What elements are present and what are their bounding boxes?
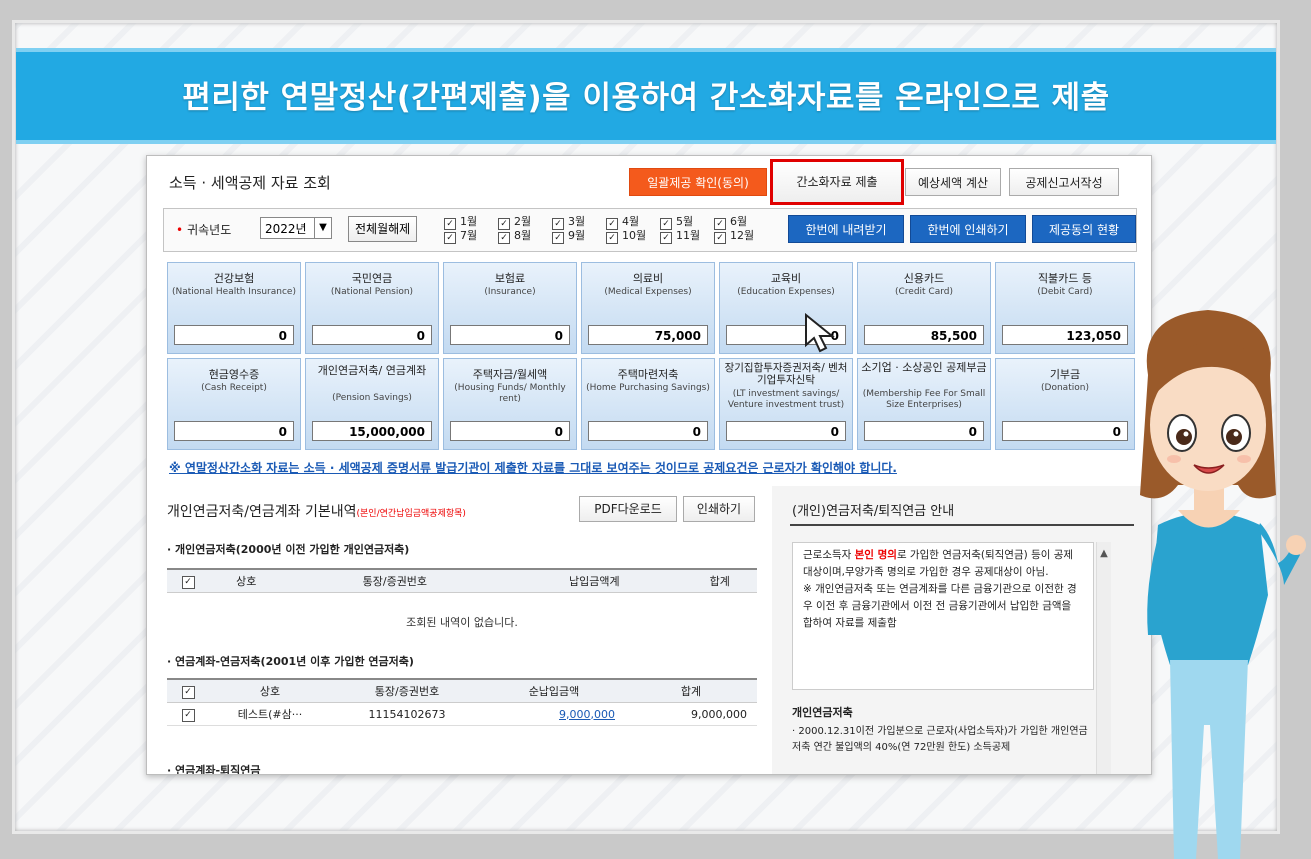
download-all-button[interactable]: 한번에 내려받기: [788, 215, 904, 243]
month-checkbox[interactable]: ✓ 10월: [606, 229, 646, 244]
pdf-download-button[interactable]: PDF다운로드: [579, 496, 677, 522]
month-checkbox[interactable]: ✓ 4월: [606, 215, 639, 230]
year-select[interactable]: 2022년 ▼: [260, 217, 332, 239]
card-cash-receipt[interactable]: 현금영수증 (Cash Receipt) 0: [167, 358, 301, 450]
estimate-tax-button[interactable]: 예상세액 계산: [905, 168, 1001, 196]
card-value: 75,000: [588, 325, 708, 345]
year-filter-bar: 귀속년도 2022년▼ 전체월해제 ✓1월 ✓2월 ✓3월 ✓4월 ✓5월 ✓6…: [163, 208, 1137, 252]
card-health-insurance[interactable]: 건강보험 (National Health Insurance) 0: [167, 262, 301, 354]
empty-result-message: 조회된 내역이 없습니다.: [406, 616, 518, 629]
consent-status-button[interactable]: 제공동의 현황: [1032, 215, 1136, 243]
card-value: 15,000,000: [312, 421, 432, 441]
card-value: 0: [174, 421, 294, 441]
notice-link[interactable]: ※ 연말정산간소화 자료는 소득 · 세액공제 증명서류 발급기관이 제출한 자…: [169, 459, 897, 476]
card-value: 0: [450, 325, 570, 345]
print-button[interactable]: 인쇄하기: [683, 496, 755, 522]
card-value: 0: [588, 421, 708, 441]
card-home-purchasing-savings[interactable]: 주택마련저축 (Home Purchasing Savings) 0: [581, 358, 715, 450]
personal-pension-heading: 개인연금저축(2000년 이전 가입한 개인연금저축): [167, 541, 409, 557]
month-checkbox[interactable]: ✓ 7월: [444, 229, 477, 244]
card-value: 0: [450, 421, 570, 441]
guide-subheading: 개인연금저축: [792, 706, 853, 719]
month-checkbox[interactable]: ✓ 3월: [552, 215, 585, 230]
month-checkbox[interactable]: ✓ 6월: [714, 215, 747, 230]
month-checkbox[interactable]: ✓ 11월: [660, 229, 700, 244]
personal-pension-table: ✓ 상호 통장/증권번호 납입금액계 합계: [167, 568, 757, 593]
banner-title: 편리한 연말정산(간편제출)을 이용하여 간소화자료를 온라인으로 제출: [182, 80, 1110, 116]
submit-simplified-data-button[interactable]: 간소화자료 제출: [770, 159, 904, 205]
card-value: 0: [864, 421, 984, 441]
print-all-button[interactable]: 한번에 인쇄하기: [910, 215, 1026, 243]
month-checkbox[interactable]: ✓ 2월: [498, 215, 531, 230]
card-small-enterprise[interactable]: 소기업 · 소상공인 공제부금 (Membership Fee For Small…: [857, 358, 991, 450]
title-banner: 편리한 연말정산(간편제출)을 이용하여 간소화자료를 온라인으로 제출: [16, 48, 1276, 144]
month-checkbox[interactable]: ✓ 1월: [444, 215, 477, 230]
year-label: 귀속년도: [176, 221, 231, 238]
panel-title: 소득 · 세액공제 자료 조회: [169, 174, 331, 192]
mouse-cursor-icon: [805, 313, 835, 353]
card-value: 0: [312, 325, 432, 345]
select-all-checkbox[interactable]: ✓: [181, 575, 195, 589]
clear-all-months-button[interactable]: 전체월해제: [348, 216, 418, 242]
retirement-pension-heading: 연금계좌-퇴직연금: [167, 762, 261, 774]
card-insurance[interactable]: 보험료 (Insurance) 0: [443, 262, 577, 354]
select-all-checkbox[interactable]: ✓: [181, 685, 195, 699]
amount-link[interactable]: 9,000,000: [483, 702, 625, 726]
card-credit-card[interactable]: 신용카드 (Credit Card) 85,500: [857, 262, 991, 354]
card-housing-funds[interactable]: 주택자금/월세액 (Housing Funds/ Monthly rent) 0: [443, 358, 577, 450]
card-medical[interactable]: 의료비 (Medical Expenses) 75,000: [581, 262, 715, 354]
pension-section-title: 개인연금저축/연금계좌 기본내역(본인/연간납입금액공제항목): [167, 504, 466, 520]
card-pension-savings[interactable]: 개인연금저축/ 연금계좌 (Pension Savings) 15,000,000: [305, 358, 439, 450]
card-value: 0: [726, 421, 846, 441]
pension-account-table: ✓ 상호 통장/증권번호 순납입금액 합계 ✓ 테스트(#삼··· 111541…: [167, 678, 757, 726]
chevron-down-icon: ▼: [314, 218, 331, 238]
guide-panel: (개인)연금저축/퇴직연금 안내 근로소득자 본인 명의로 가입한 연금저축(퇴…: [772, 486, 1151, 774]
month-checkbox[interactable]: ✓ 8월: [498, 229, 531, 244]
row-checkbox[interactable]: ✓: [181, 708, 195, 722]
card-value: 0: [174, 325, 294, 345]
bulk-confirm-button[interactable]: 일괄제공 확인(동의): [629, 168, 767, 196]
guide-title: (개인)연금저축/퇴직연금 안내: [792, 504, 955, 519]
month-checkbox[interactable]: ✓ 9월: [552, 229, 585, 244]
guide-detail-text: · 2000.12.31이전 가입분으로 근로자(사업소득자)가 가입한 개인연…: [792, 726, 1088, 753]
presenter-character-illustration: [1140, 310, 1306, 859]
table-row[interactable]: ✓ 테스트(#삼··· 11154102673 9,000,000 9,000,…: [167, 702, 757, 726]
card-value: 85,500: [864, 325, 984, 345]
guide-text-box: 근로소득자 본인 명의로 가입한 연금저축(퇴직연금) 등이 공제 대상이며,무…: [792, 542, 1094, 690]
deduction-inquiry-panel: 소득 · 세액공제 자료 조회 일괄제공 확인(동의) 간소화자료 제출 예상세…: [146, 155, 1152, 775]
card-lt-investment[interactable]: 장기집합투자증권저축/ 벤처기업투자신탁 (LT investment savin…: [719, 358, 853, 450]
deduction-form-button[interactable]: 공제신고서작성: [1009, 168, 1119, 196]
month-checkbox[interactable]: ✓ 12월: [714, 229, 754, 244]
month-checkbox[interactable]: ✓ 5월: [660, 215, 693, 230]
month-checkboxes: ✓ 1월 ✓ 2월 ✓ 3월 ✓ 4월 ✓ 5월 ✓ 6월 ✓ 7월 ✓ 8월 ✓ 9월 ✓ 10월…: [444, 215, 774, 245]
pension-account-heading: 연금계좌-연금저축(2001년 이후 가입한 연금저축): [167, 653, 414, 669]
card-national-pension[interactable]: 국민연금 (National Pension) 0: [305, 262, 439, 354]
